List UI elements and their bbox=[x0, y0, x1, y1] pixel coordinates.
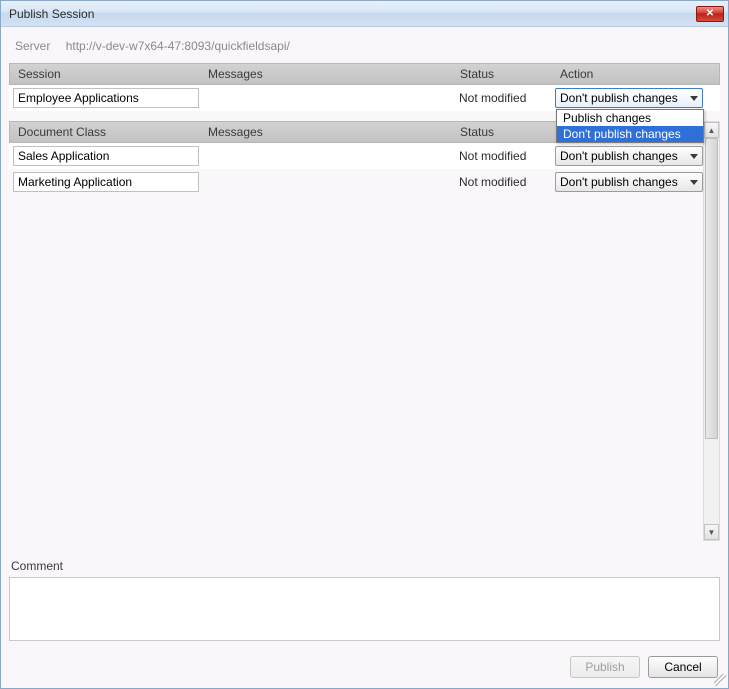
docclass-row: Not modified Don't publish changes bbox=[9, 169, 720, 195]
docclass-row: Not modified Don't publish changes bbox=[9, 143, 720, 169]
scroll-track[interactable] bbox=[704, 138, 719, 524]
comment-section: Comment bbox=[9, 551, 720, 644]
session-header-row: Session Messages Status Action bbox=[9, 63, 720, 85]
docclass-name-input[interactable] bbox=[13, 172, 199, 192]
server-label: Server bbox=[15, 39, 50, 53]
close-button[interactable]: ✕ bbox=[696, 6, 724, 22]
vertical-scrollbar[interactable]: ▲ ▼ bbox=[703, 121, 720, 541]
dialog-content: Server http://v-dev-w7x64-47:8093/quickf… bbox=[1, 27, 728, 688]
header-messages-2: Messages bbox=[204, 125, 456, 139]
scroll-thumb[interactable] bbox=[705, 138, 718, 439]
server-line: Server http://v-dev-w7x64-47:8093/quickf… bbox=[9, 35, 720, 63]
title-bar[interactable]: Publish Session ✕ bbox=[1, 1, 728, 27]
docclass-status: Not modified bbox=[455, 149, 555, 163]
combo-text: Don't publish changes bbox=[560, 91, 686, 105]
docclass-action-combo[interactable]: Don't publish changes bbox=[555, 146, 703, 166]
dialog-buttons: Publish Cancel bbox=[9, 644, 720, 680]
chevron-down-icon bbox=[690, 154, 698, 159]
cancel-button[interactable]: Cancel bbox=[648, 656, 718, 678]
header-action: Action bbox=[556, 67, 696, 81]
session-status: Not modified bbox=[455, 91, 555, 105]
chevron-down-icon bbox=[690, 180, 698, 185]
docclass-name-input[interactable] bbox=[13, 146, 199, 166]
header-status: Status bbox=[456, 67, 556, 81]
combo-text: Don't publish changes bbox=[560, 149, 686, 163]
header-status-2: Status bbox=[456, 125, 556, 139]
session-name-input[interactable] bbox=[13, 88, 199, 108]
publish-button[interactable]: Publish bbox=[570, 656, 640, 678]
session-action-dropdown: Publish changes Don't publish changes bbox=[556, 109, 704, 143]
resize-grip-icon[interactable] bbox=[714, 674, 726, 686]
comment-textarea[interactable] bbox=[9, 577, 720, 641]
docclass-action-combo[interactable]: Don't publish changes bbox=[555, 172, 703, 192]
header-docclass: Document Class bbox=[10, 125, 204, 139]
header-messages: Messages bbox=[204, 67, 456, 81]
close-icon: ✕ bbox=[706, 8, 714, 19]
scroll-down-button[interactable]: ▼ bbox=[704, 524, 719, 540]
docclass-status: Not modified bbox=[455, 175, 555, 189]
comment-label: Comment bbox=[9, 557, 720, 577]
header-session: Session bbox=[10, 67, 204, 81]
session-row: Not modified Don't publish changes Publi… bbox=[9, 85, 720, 111]
publish-session-dialog: Publish Session ✕ Server http://v-dev-w7… bbox=[0, 0, 729, 689]
dropdown-option-publish[interactable]: Publish changes bbox=[557, 110, 703, 126]
session-action-combo[interactable]: Don't publish changes Publish changes Do… bbox=[555, 88, 703, 108]
combo-text: Don't publish changes bbox=[560, 175, 686, 189]
scroll-up-button[interactable]: ▲ bbox=[704, 122, 719, 138]
chevron-down-icon bbox=[690, 96, 698, 101]
dropdown-option-dont-publish[interactable]: Don't publish changes bbox=[557, 126, 703, 142]
window-title: Publish Session bbox=[9, 7, 696, 21]
tables-area: Session Messages Status Action Not modif… bbox=[9, 63, 720, 195]
server-url: http://v-dev-w7x64-47:8093/quickfieldsap… bbox=[66, 39, 290, 53]
